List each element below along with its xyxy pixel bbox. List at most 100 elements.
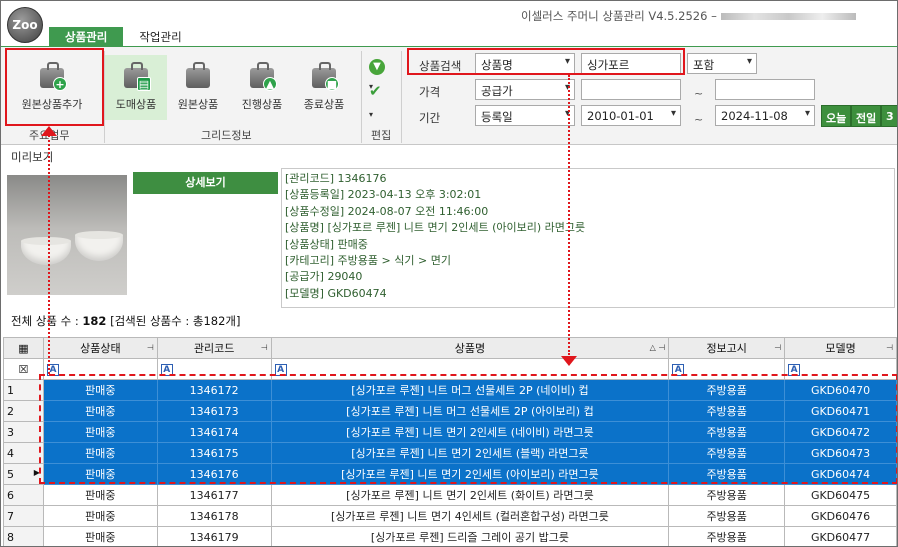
original-products-button[interactable]: 원본상품 [167, 55, 229, 120]
cell-code-text: 1346177 [189, 488, 239, 502]
table-row[interactable]: 3 판매중 1346174 [싱가포르 루젠] 니트 면기 2인세트 (네이비) 라면… [3, 421, 897, 443]
table-row[interactable]: 5 ▶ 판매중 1346176 [싱가포르 루젠] 니트 면기 2인세트 (아이보리)… [3, 463, 897, 485]
grid-body: 1 판매중 1346172 [싱가포르 루젠] 니트 머그 선물세트 2P (네이비)… [3, 379, 897, 546]
cell-status: 판매중 [42, 526, 158, 546]
cell-notice: 주방용품 [668, 421, 786, 443]
date-from-input[interactable]: 2010-01-01 [581, 105, 681, 126]
cell-status: 판매중 [42, 379, 158, 401]
period-field-select[interactable]: 등록일 [475, 105, 575, 126]
col-header-notice[interactable]: 정보고시 ⊣ [668, 337, 786, 359]
price-label: 가격 [419, 85, 441, 99]
grid-menu-icon[interactable]: ▦ [3, 337, 44, 359]
in-progress-products-button[interactable]: ▲ 진행상품 [231, 55, 293, 120]
cell-code-text: 1346176 [189, 467, 239, 481]
cell-model: GKD60471 [784, 400, 897, 422]
price-field-select[interactable]: 공급가 [475, 79, 575, 100]
cell-code: 1346175 [156, 442, 272, 464]
info-line: [모델명] GKD60474 [285, 286, 387, 300]
ended-products-label: 종료상품 [303, 98, 345, 111]
cell-status-text: 판매중 [85, 531, 116, 544]
cell-name-text: [싱가포르 루젠] 니트 면기 2인세트 (아이보리) 라면그릇 [341, 468, 599, 481]
ribbon-toolbar: + 원본상품추가 ▤ 도매상품 원본상품 ▲ 진행상품 ■ 종료상품 ▼ ▾ ✔… [1, 46, 897, 145]
col-status-label: 상품상태 [80, 342, 121, 355]
edit-tools: ▼ ▾ ✔ ▾ [369, 55, 395, 119]
cell-status: 판매중 [42, 505, 158, 527]
add-original-product-button[interactable]: + 원본상품추가 [9, 55, 95, 120]
cell-notice-text: 주방용품 [706, 510, 747, 523]
total-count-label: 전체 상품 수 : [11, 314, 79, 328]
period-label: 기간 [419, 111, 441, 125]
col-header-status[interactable]: 상품상태 ⊣ [42, 337, 158, 359]
table-row[interactable]: 2 판매중 1346173 [싱가포르 루젠] 니트 머그 선물세트 2P (아이보리… [3, 400, 897, 422]
checkmark-icon[interactable]: ✔ ▾ [369, 82, 387, 119]
match-mode-select[interactable]: 포함 [687, 53, 757, 74]
cell-notice-text: 주방용품 [706, 489, 747, 502]
cell-name: [싱가포르 루젠] 니트 머그 선물세트 2P (네이비) 컵 [270, 379, 670, 401]
col-header-name[interactable]: 상품명 △ ⊣ [270, 337, 670, 359]
status-circle-icon[interactable]: ▼ ▾ [369, 55, 387, 91]
product-thumbnail [7, 175, 127, 295]
yesterday-button[interactable]: 전일 [851, 105, 882, 127]
cell-notice: 주방용품 [668, 400, 786, 422]
search-field-select[interactable]: 상품명 [475, 53, 575, 74]
cell-code-text: 1346175 [189, 446, 239, 460]
cell-status: 판매중 [42, 463, 158, 485]
filter-name[interactable]: A [270, 358, 670, 380]
cell-model: GKD60472 [784, 421, 897, 443]
blurred-user-text [720, 13, 856, 20]
filter-clear-icon[interactable]: ☒ [3, 358, 44, 380]
cell-name: [싱가포르 루젠] 드리즐 그레이 공기 밥그릇 [270, 526, 670, 546]
search-keyword-input[interactable]: 싱가포르 [581, 53, 681, 74]
cell-model-text: GKD60472 [810, 425, 871, 439]
sort-ascending-icon: △ [649, 343, 656, 352]
col-model-label: 모델명 [825, 342, 856, 355]
original-products-label: 원본상품 [177, 98, 219, 111]
ended-products-button[interactable]: ■ 종료상품 [293, 55, 355, 120]
cell-code: 1346179 [156, 526, 272, 546]
cell-status-text: 판매중 [85, 426, 116, 439]
cell-status-text: 판매중 [85, 510, 116, 523]
table-row[interactable]: 7 판매중 1346178 [싱가포르 루젠] 니트 면기 4인세트 (컬러혼합구성)… [3, 505, 897, 527]
col-notice-label: 정보고시 [706, 342, 747, 355]
filter-status[interactable]: A [42, 358, 158, 380]
main-tabs: 상품관리 작업관리 [49, 27, 198, 47]
cell-code-text: 1346179 [189, 530, 239, 544]
row-number-text: 5 [7, 467, 14, 481]
detail-view-button[interactable]: 상세보기 [133, 172, 278, 194]
price-to-input[interactable] [715, 79, 815, 100]
col-header-model[interactable]: 모델명 ⊣ [784, 337, 897, 359]
tab-product-management[interactable]: 상품관리 [49, 27, 124, 47]
cell-model: GKD60473 [784, 442, 897, 464]
row-number: 2 [3, 400, 44, 422]
filter-model[interactable]: A [784, 358, 897, 380]
filter-notice[interactable]: A [668, 358, 786, 380]
tab-job-management[interactable]: 작업관리 [123, 27, 197, 47]
cell-code: 1346173 [156, 400, 272, 422]
bag-ended-icon: ■ [309, 61, 339, 91]
date-range-tilde: ~ [694, 113, 704, 126]
cell-model-text: GKD60475 [810, 488, 871, 502]
table-row[interactable]: 4 판매중 1346175 [싱가포르 루젠] 니트 면기 2인세트 (블랙) 라면그… [3, 442, 897, 464]
row-number-text: 7 [7, 509, 14, 523]
row-number-text: 4 [7, 446, 14, 460]
price-from-input[interactable] [581, 79, 681, 100]
cell-model: GKD60474 [784, 463, 897, 485]
three-day-button[interactable]: 3 [881, 105, 897, 127]
cell-status-text: 판매중 [85, 384, 116, 397]
table-row[interactable]: 1 판매중 1346172 [싱가포르 루젠] 니트 머그 선물세트 2P (네이비)… [3, 379, 897, 401]
table-row[interactable]: 6 판매중 1346177 [싱가포르 루젠] 니트 면기 2인세트 (화이트) 라면… [3, 484, 897, 506]
filter-code[interactable]: A [156, 358, 272, 380]
today-button[interactable]: 오늘 [821, 105, 852, 127]
cell-model-text: GKD60477 [810, 530, 871, 544]
col-header-code[interactable]: 관리코드 ⊣ [156, 337, 272, 359]
cell-notice-text: 주방용품 [706, 531, 747, 544]
cell-code-text: 1346174 [189, 425, 239, 439]
cell-notice: 주방용품 [668, 484, 786, 506]
cell-model: GKD60470 [784, 379, 897, 401]
date-to-input[interactable]: 2024-11-08 [715, 105, 815, 126]
cell-name-text: [싱가포르 루젠] 니트 면기 4인세트 (컬러혼합구성) 라면그릇 [330, 510, 609, 523]
cell-model: GKD60476 [784, 505, 897, 527]
wholesale-products-button[interactable]: ▤ 도매상품 [105, 55, 167, 120]
table-row[interactable]: 8 판매중 1346179 [싱가포르 루젠] 드리즐 그레이 공기 밥그릇 주방용품 G… [3, 526, 897, 546]
row-number: 7 [3, 505, 44, 527]
